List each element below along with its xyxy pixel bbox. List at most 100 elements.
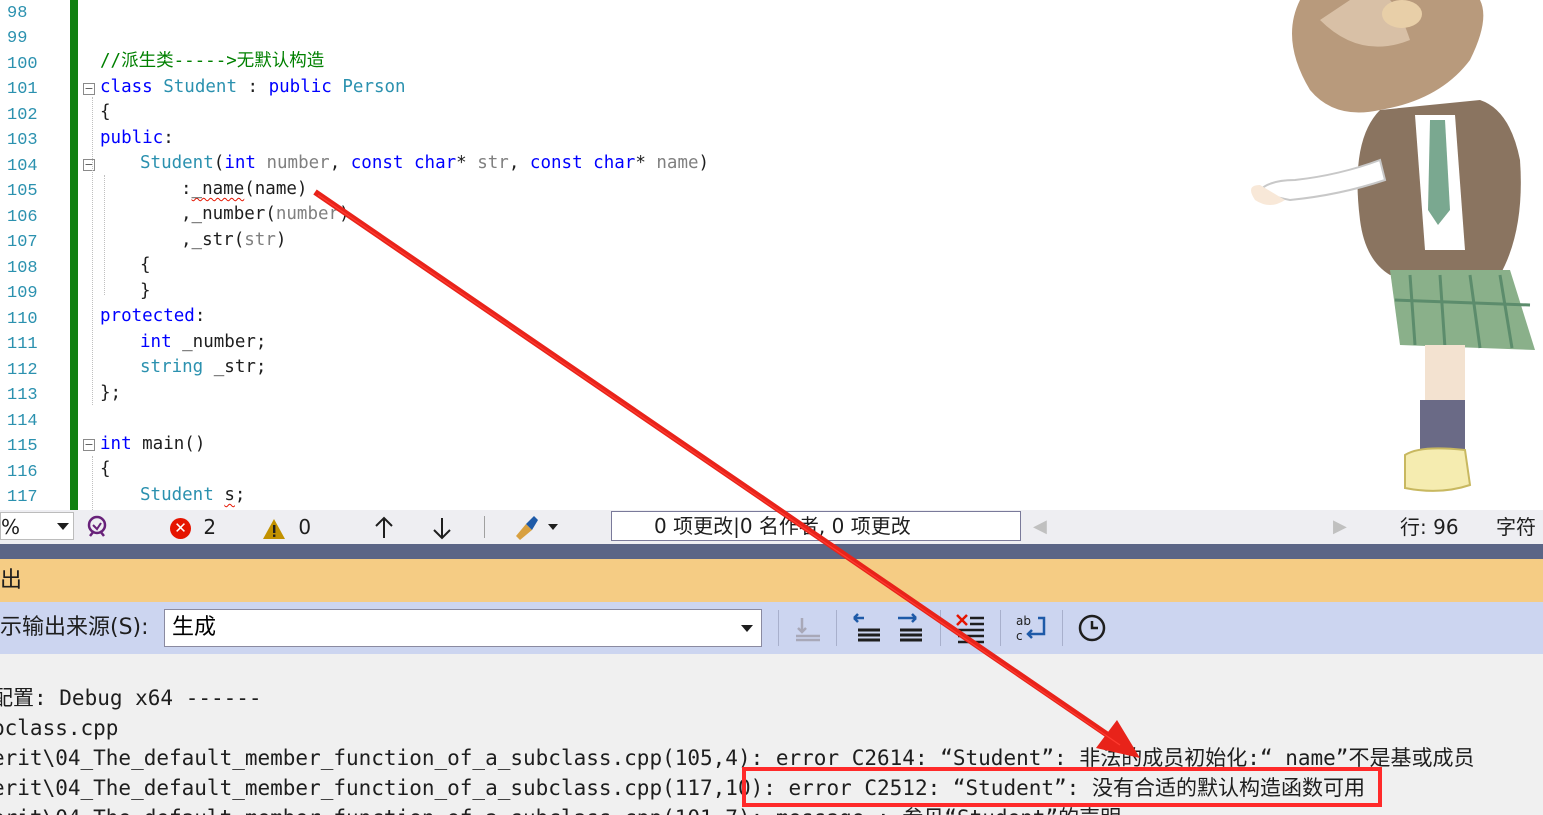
svg-text:c: c (1016, 629, 1023, 643)
output-line: bclass.cpp (0, 716, 119, 740)
punctuation: { (100, 102, 111, 122)
code-line-101: class Student : public Person (100, 75, 406, 101)
keyword: class (100, 77, 153, 97)
scroll-right-icon[interactable]: ▶ (1333, 510, 1347, 544)
clock-icon[interactable] (1075, 612, 1109, 644)
error-count-button[interactable]: ✕ 2 (170, 510, 216, 544)
anime-character-background (1251, 0, 1535, 492)
warning-count-button[interactable]: 0 (262, 510, 311, 544)
code-line-105: :_name(name) (181, 177, 307, 203)
error-icon: ✕ (170, 518, 191, 539)
code-line-109: } (140, 279, 151, 305)
toolbar-separator (1000, 610, 1001, 646)
code-line-104: Student(int number, const char* str, con… (140, 151, 709, 177)
code-line-117: Student s; (140, 483, 245, 509)
punctuation: ) (275, 230, 287, 250)
parameter: str (477, 153, 509, 173)
punctuation: ) (339, 204, 350, 224)
code-line-100: //派生类----->无默认构造 (100, 49, 324, 75)
highlight-rectangle (742, 767, 1382, 807)
keyword: public (100, 128, 164, 148)
up-arrow-icon[interactable] (374, 516, 394, 540)
collapse-toggle-icon[interactable]: − (83, 159, 95, 171)
punctuation: }; (100, 383, 122, 403)
member-name: _number (191, 204, 266, 224)
panel-splitter[interactable] (0, 544, 1543, 559)
error-count: 2 (203, 515, 217, 539)
type-name: Student (140, 153, 214, 173)
keyword: char (593, 153, 636, 173)
svg-text:ab: ab (1016, 614, 1031, 628)
code-editor[interactable]: 98 99 100 101 102 103 104 105 106 107 10… (0, 0, 1543, 510)
warning-icon (263, 518, 285, 539)
punctuation: , (508, 153, 530, 173)
next-message-icon[interactable] (892, 612, 926, 644)
punctuation: * (456, 153, 478, 173)
member-name: _str (191, 230, 234, 250)
punctuation: ) (698, 153, 710, 173)
chevron-down-icon (57, 523, 69, 530)
word-wrap-icon[interactable]: abc (1014, 612, 1048, 644)
scroll-left-icon[interactable]: ◀ (1033, 510, 1047, 544)
punctuation: { (100, 459, 111, 479)
member-decl: _number; (171, 332, 267, 352)
type-name: Student (140, 485, 214, 505)
code-line-107: ,_str(str) (181, 228, 286, 254)
output-panel-title: 出 (0, 568, 23, 593)
zoom-value: % (1, 515, 21, 539)
line-number: 112 (7, 361, 38, 380)
code-line-115: int main() (100, 432, 205, 458)
live-share-icon[interactable] (84, 514, 110, 540)
output-toolbar: 示输出来源(S): 生成 ab c (0, 602, 1543, 654)
toolbar-separator (484, 516, 485, 538)
down-arrow-icon[interactable] (432, 516, 452, 540)
toolbar-separator (940, 610, 941, 646)
line-number: 108 (7, 259, 38, 278)
toolbar-separator (836, 610, 837, 646)
prev-message-icon[interactable] (850, 612, 884, 644)
type-name: Student (163, 77, 237, 97)
keyword: protected (100, 306, 195, 326)
punctuation: , (181, 204, 192, 224)
punctuation: * (635, 153, 657, 173)
keyword: int (224, 153, 256, 173)
code-line-102: { (100, 100, 111, 126)
line-number: 101 (7, 80, 38, 99)
line-number: 113 (7, 386, 38, 405)
toolbar-separator (1062, 610, 1063, 646)
line-number: 102 (7, 106, 38, 125)
scope-guide (104, 175, 105, 295)
output-source-dropdown[interactable]: 生成 (164, 609, 762, 647)
output-source-value: 生成 (172, 615, 217, 640)
initializer-arg: (name) (244, 179, 308, 199)
keyword: const (350, 153, 404, 173)
punctuation: ( (265, 204, 276, 224)
code-line-106: ,_number(number) (181, 202, 350, 228)
error-squiggle-member[interactable]: _name (192, 179, 245, 199)
keyword: int (100, 434, 132, 454)
keyword: const (529, 153, 583, 173)
type-name: Person (342, 77, 406, 97)
error-squiggle-variable[interactable]: s (224, 485, 235, 505)
cleanup-brush-icon[interactable] (512, 514, 560, 540)
goto-build-icon[interactable] (790, 612, 824, 644)
code-line-103: public: (100, 126, 174, 152)
line-number-gutter: 98 99 100 101 102 103 104 105 106 107 10… (0, 0, 70, 510)
punctuation: : (237, 77, 269, 97)
change-tracking-bar (70, 0, 78, 510)
clear-all-icon[interactable] (954, 612, 988, 644)
collapse-toggle-icon[interactable]: − (83, 83, 95, 95)
output-panel-title-bar: 出 (0, 559, 1543, 602)
punctuation: , (181, 230, 192, 250)
zoom-dropdown[interactable]: % (0, 512, 74, 540)
line-number: 111 (7, 335, 38, 354)
git-changes-indicator[interactable]: 0 项更改|0 名作者, 0 项更改 (611, 511, 1021, 541)
keyword: public (268, 77, 332, 97)
line-number: 98 (7, 4, 28, 23)
line-number: 104 (7, 157, 38, 176)
collapse-toggle-icon[interactable]: − (83, 439, 95, 451)
punctuation: { (140, 255, 151, 275)
punctuation: ( (213, 153, 225, 173)
cursor-char: 字符 (1496, 515, 1536, 539)
